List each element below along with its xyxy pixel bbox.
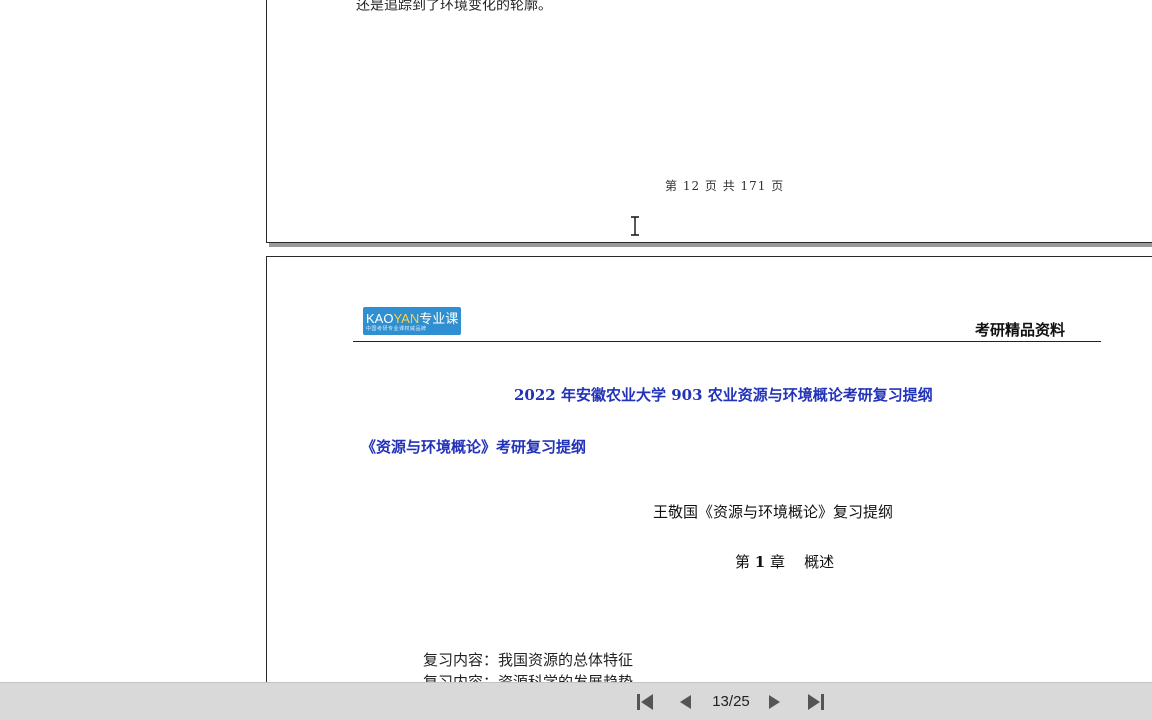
last-page-button[interactable] [804,692,828,712]
prev-page-last-line: 还是追踪到了环境变化的轮廓。 [356,0,552,14]
header-label: 考研精品资料 [975,321,1066,339]
logo-brand-a: KAO [366,311,394,326]
previous-page-button[interactable] [673,692,697,712]
text-cursor-icon [631,216,639,236]
first-page-icon [637,694,653,710]
first-page-button[interactable] [633,692,657,712]
page-footer: 第 12 页 共 171 页 [665,179,785,193]
chapter-prefix: 第 [735,553,751,571]
last-page-icon [808,694,824,710]
document-subtitle: 《资源与环境概论》考研复习提纲 [361,438,587,456]
page-navigation-bar: 13/25 [0,682,1152,720]
logo-brand-b: YAN [393,311,420,326]
logo-brand-c: 专业课 [419,311,459,326]
review-line: 复习内容：我国资源的总体特征 [423,651,634,669]
previous-page-icon [680,695,691,709]
chapter-number: 1 [754,553,766,571]
next-page-icon [769,695,780,709]
logo-tagline: 中国考研专业课权威品牌 [366,326,427,332]
chapter-suffix: 章 [770,553,786,571]
page-12: 还是追踪到了环境变化的轮廓。 第 12 页 共 171 页 [266,0,1152,243]
page-indicator: 13/25 [712,693,750,710]
header-divider [353,341,1101,342]
document-viewer[interactable]: 还是追踪到了环境变化的轮廓。 第 12 页 共 171 页 KAOYAN专业课 … [0,0,1152,720]
document-title: 2022 年安徽农业大学 903 农业资源与环境概论考研复习提纲 [514,386,933,404]
page-13: KAOYAN专业课 中国考研专业课权威品牌 考研精品资料 2022 年安徽农业大… [266,256,1152,720]
chapter-name: 概述 [804,553,835,571]
kaoyan-logo: KAOYAN专业课 中国考研专业课权威品牌 [363,307,461,335]
next-page-button[interactable] [763,692,787,712]
chapter-heading: 第 1 章 概述 [735,551,834,572]
outline-title: 王敬国《资源与环境概论》复习提纲 [653,503,894,521]
